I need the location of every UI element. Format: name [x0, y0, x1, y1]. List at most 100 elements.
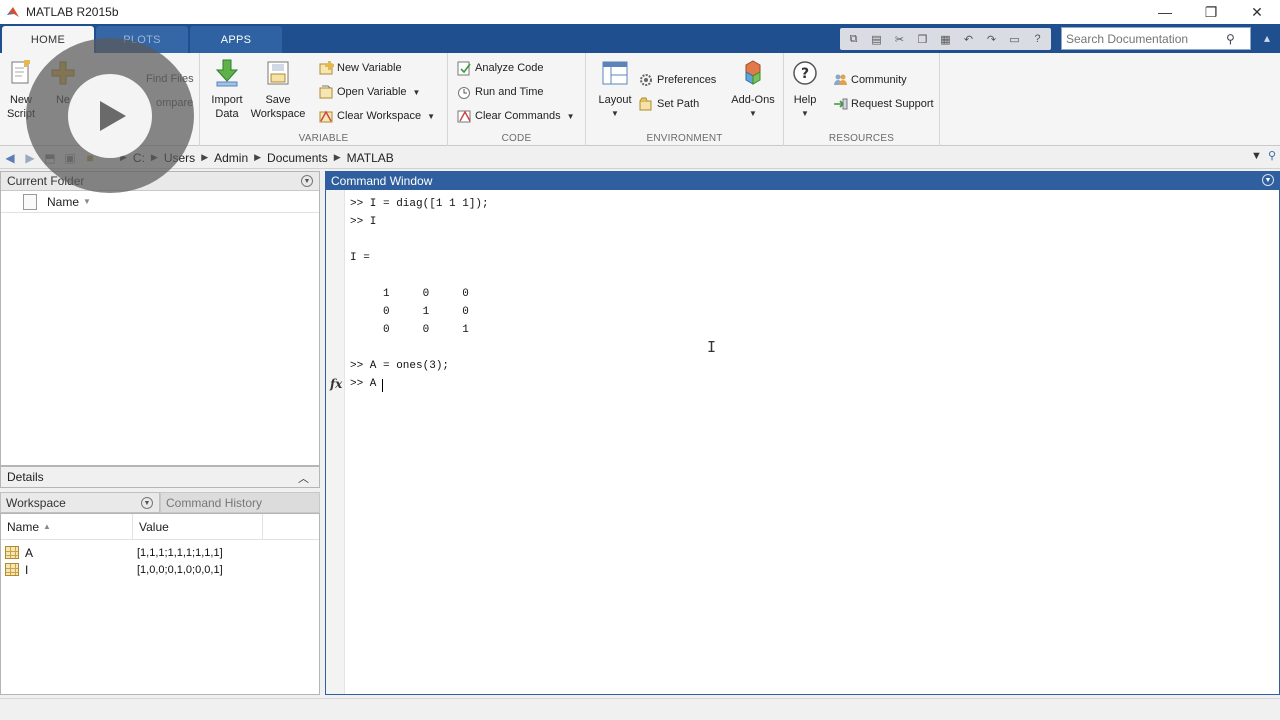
community-icon — [832, 72, 848, 88]
command-gutter — [326, 190, 345, 694]
window-title: MATLAB R2015b — [26, 5, 119, 19]
chevron-right-icon: ▶ — [254, 152, 262, 162]
code-group: Analyze Code Run and Time Clear Commands… — [448, 53, 586, 146]
code-group-label: CODE — [501, 133, 532, 144]
save-icon[interactable]: ▤ — [866, 30, 887, 48]
save-workspace-button[interactable]: Save Workspace — [248, 59, 308, 121]
variable-group: Import Data Save Workspace New Variable … — [200, 53, 448, 146]
analyze-code-icon — [456, 60, 472, 76]
open-variable-icon — [318, 84, 334, 100]
status-bar — [0, 698, 1280, 720]
chevron-up-icon[interactable]: ︿ — [298, 470, 309, 486]
search-icon[interactable]: ⚲ — [1226, 32, 1235, 46]
chevron-right-icon: ▶ — [201, 152, 209, 162]
restore-button[interactable]: ❐ — [1188, 0, 1234, 24]
back-arrow-icon[interactable]: ◀ — [0, 148, 20, 168]
run-and-time-icon — [456, 84, 472, 100]
command-window[interactable]: >> I = diag([1 1 1]); >> I I = 1 0 0 0 1… — [325, 190, 1280, 695]
workspace-tabs: Workspace ▼ Command History — [0, 492, 320, 513]
collapse-ribbon-icon[interactable]: ▴ — [1259, 30, 1275, 46]
chevron-down-icon[interactable]: ▼ — [427, 112, 435, 121]
command-prompt-line[interactable]: >> A — [350, 378, 376, 390]
chevron-down-icon[interactable]: ▼ — [1251, 150, 1262, 162]
search-documentation[interactable]: ⚲ — [1061, 27, 1251, 50]
matlab-logo-icon — [7, 7, 19, 17]
breadcrumb-admin[interactable]: Admin — [214, 151, 248, 165]
new-variable-icon — [318, 60, 334, 76]
chevron-down-icon[interactable]: ▼ — [611, 107, 619, 121]
tab-command-history[interactable]: Command History — [160, 492, 320, 513]
request-support-button[interactable]: Request Support — [832, 94, 934, 114]
minimize-button[interactable]: — — [1142, 0, 1188, 24]
analyze-code-button[interactable]: Analyze Code — [456, 58, 544, 78]
value-column-header[interactable]: Value — [133, 513, 263, 540]
chevron-down-icon[interactable]: ▼ — [749, 107, 757, 121]
sort-icon: ▼ — [83, 197, 91, 206]
chevron-down-icon[interactable]: ▼ — [567, 112, 575, 121]
community-button[interactable]: Community — [832, 70, 907, 90]
text-cursor — [382, 379, 383, 392]
tab-workspace[interactable]: Workspace ▼ — [0, 492, 160, 513]
panel-menu-icon[interactable]: ▼ — [141, 497, 153, 509]
help-button[interactable]: ? Help ▼ — [790, 59, 820, 121]
clear-commands-icon — [456, 108, 472, 124]
copy-icon[interactable]: ❐ — [912, 30, 933, 48]
name-column-header[interactable]: Name — [47, 195, 79, 209]
undo-icon[interactable]: ↶ — [958, 30, 979, 48]
open-variable-button[interactable]: Open Variable ▼ — [318, 82, 420, 102]
function-browser-icon[interactable]: fx — [330, 377, 342, 391]
set-path-icon — [638, 96, 654, 112]
chevron-down-icon[interactable]: ▼ — [801, 107, 809, 121]
table-row[interactable]: I [1,0,0;0,1,0;0,0,1] — [1, 561, 319, 578]
chevron-down-icon[interactable]: ▼ — [413, 88, 421, 97]
command-window-title: Command Window ▼ — [325, 171, 1280, 190]
redo-icon[interactable]: ↷ — [981, 30, 1002, 48]
help-icon: ? — [790, 59, 820, 87]
command-line: >> A = ones(3); — [350, 360, 450, 372]
resources-group-label: RESOURCES — [828, 133, 895, 144]
matrix-icon — [5, 563, 19, 576]
shortcut-icon[interactable]: ⧉ — [843, 30, 864, 48]
environment-group: Layout ▼ Preferences Set Path Add-Ons ▼ … — [586, 53, 784, 146]
play-icon — [68, 73, 152, 158]
tab-apps[interactable]: APPS — [190, 26, 282, 53]
panel-menu-icon[interactable]: ▼ — [301, 175, 313, 187]
help-icon[interactable]: ? — [1027, 30, 1048, 48]
command-line: >> I = diag([1 1 1]); — [350, 198, 489, 210]
details-panel[interactable]: Details ︿ — [0, 466, 320, 488]
layout-button[interactable]: Layout ▼ — [592, 59, 638, 121]
table-row[interactable]: A [1,1,1;1,1,1;1,1,1] — [1, 544, 319, 561]
workspace-header: Name ▲ Value — [1, 513, 319, 540]
video-play-button[interactable] — [26, 38, 194, 193]
output-line: 0 0 1 — [350, 324, 469, 336]
close-button[interactable]: ✕ — [1234, 0, 1280, 24]
svg-text:?: ? — [801, 66, 809, 82]
import-data-icon — [212, 59, 242, 87]
output-line: 0 1 0 — [350, 306, 469, 318]
preferences-button[interactable]: Preferences — [638, 70, 716, 90]
file-type-icon — [23, 193, 37, 210]
save-workspace-icon — [263, 59, 293, 87]
breadcrumb-matlab[interactable]: MATLAB — [347, 151, 394, 165]
current-folder-panel: Current Folder ▼ Name ▼ — [0, 171, 320, 466]
paste-icon[interactable]: ▦ — [935, 30, 956, 48]
clear-workspace-icon — [318, 108, 334, 124]
name-column-header[interactable]: Name ▲ — [1, 513, 133, 540]
layout-icon — [600, 59, 630, 87]
command-line: >> I — [350, 216, 377, 228]
set-path-button[interactable]: Set Path — [638, 94, 699, 114]
add-ons-button[interactable]: Add-Ons ▼ — [728, 59, 778, 121]
cut-icon[interactable]: ✂ — [889, 30, 910, 48]
run-and-time-button[interactable]: Run and Time — [456, 82, 543, 102]
switch-windows-icon[interactable]: ▭ — [1004, 30, 1025, 48]
import-data-button[interactable]: Import Data — [204, 59, 250, 121]
panel-menu-icon[interactable]: ▼ — [1262, 174, 1274, 186]
clear-workspace-button[interactable]: Clear Workspace ▼ — [318, 106, 435, 126]
new-variable-button[interactable]: New Variable — [318, 58, 402, 78]
breadcrumb-documents[interactable]: Documents — [267, 151, 328, 165]
gear-icon — [638, 72, 654, 88]
address-bar: ◀ ▶ ⬒ ▣ ■ ▶ C: ▶ Users ▶ Admin ▶ Documen… — [0, 147, 1280, 169]
clear-commands-button[interactable]: Clear Commands ▼ — [456, 106, 575, 126]
search-input[interactable] — [1066, 31, 1226, 46]
search-folder-icon[interactable]: ⚲ — [1268, 149, 1276, 162]
